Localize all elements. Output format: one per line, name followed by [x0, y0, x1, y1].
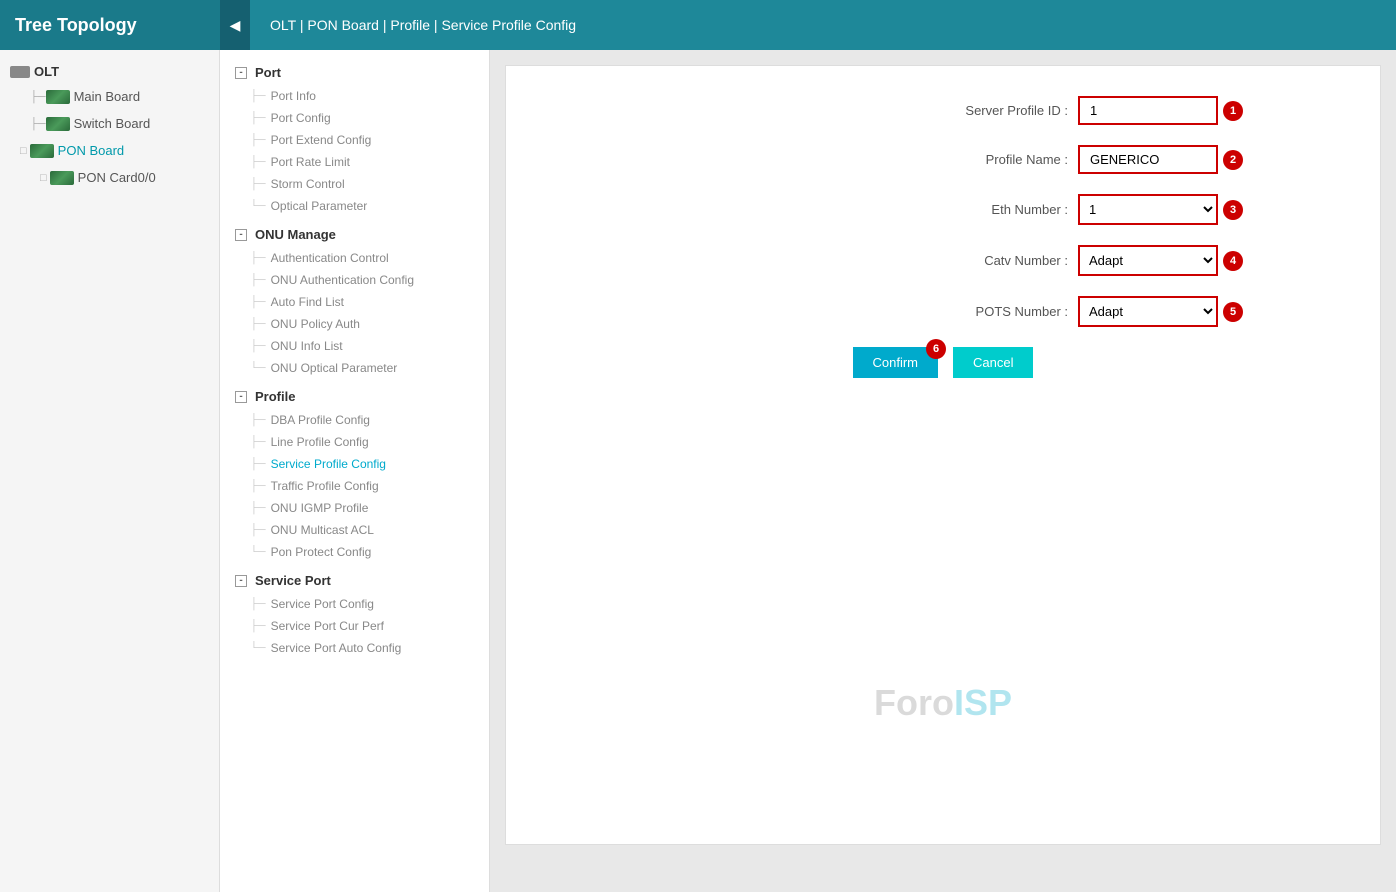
tree-node-poncard[interactable]: □ PON Card0/0 [0, 164, 219, 191]
pots-number-row: POTS Number : Adapt 0 1 2 5 [643, 296, 1243, 327]
nav-item-auth-control[interactable]: ├─Authentication Control [220, 247, 489, 269]
nav-section-port: - Port ├─Port Info ├─Port Config ├─Port … [220, 60, 489, 217]
collapse-port-icon: - [235, 67, 247, 79]
poncard-icon [50, 171, 74, 185]
profile-name-row: Profile Name : 2 [643, 145, 1243, 174]
nav-item-auto-find-list[interactable]: ├─Auto Find List [220, 291, 489, 313]
profile-name-wrapper: 2 [1078, 145, 1243, 174]
ponboard-icon [30, 144, 54, 158]
nav-item-line-profile-config[interactable]: ├─Line Profile Config [220, 431, 489, 453]
olt-icon [10, 66, 30, 78]
pots-number-label: POTS Number : [908, 304, 1068, 319]
nav-item-optical-parameter[interactable]: └─Optical Parameter [220, 195, 489, 217]
nav-section-profile: - Profile ├─DBA Profile Config ├─Line Pr… [220, 384, 489, 563]
ponboard-label: PON Board [58, 143, 124, 158]
switchboard-icon [46, 117, 70, 131]
tree-connector: ├─ [30, 118, 46, 130]
cancel-button[interactable]: Cancel [953, 347, 1033, 378]
tree-connector: ├─ [30, 91, 46, 103]
nav-panel: - Port ├─Port Info ├─Port Config ├─Port … [220, 50, 490, 892]
form-buttons: Confirm 6 Cancel [643, 347, 1243, 378]
pots-number-wrapper: Adapt 0 1 2 5 [1078, 296, 1243, 327]
collapse-profile-icon: - [235, 391, 247, 403]
breadcrumb-text: OLT | PON Board | Profile | Service Prof… [270, 17, 576, 33]
sidebar-toggle[interactable]: ◀ [220, 0, 250, 50]
nav-item-service-profile-config[interactable]: ├─Service Profile Config [220, 453, 489, 475]
toggle-icon: ◀ [230, 17, 241, 34]
pots-number-select[interactable]: Adapt 0 1 2 [1078, 296, 1218, 327]
profile-name-label: Profile Name : [908, 152, 1068, 167]
app-title: Tree Topology [0, 0, 220, 50]
content-area: Server Profile ID : 1 Profile Name : 2 [490, 50, 1396, 892]
badge-1: 1 [1223, 101, 1243, 121]
nav-item-onu-info-list[interactable]: ├─ONU Info List [220, 335, 489, 357]
profile-name-input[interactable] [1078, 145, 1218, 174]
mainboard-label: Main Board [74, 89, 140, 104]
tree-sidebar: OLT ├─ Main Board ├─ Switch Board □ PON … [0, 50, 220, 892]
nav-section-service-port: - Service Port ├─Service Port Config ├─S… [220, 568, 489, 659]
collapse-onu-icon: - [235, 229, 247, 241]
nav-section-port-label: Port [255, 65, 281, 80]
form-container: Server Profile ID : 1 Profile Name : 2 [643, 96, 1243, 378]
tree-node-switchboard[interactable]: ├─ Switch Board [0, 110, 219, 137]
badge-6: 6 [926, 339, 946, 359]
nav-item-onu-igmp-profile[interactable]: ├─ONU IGMP Profile [220, 497, 489, 519]
nav-section-onu-label: ONU Manage [255, 227, 336, 242]
nav-item-port-info[interactable]: ├─Port Info [220, 85, 489, 107]
nav-item-service-port-cur-perf[interactable]: ├─Service Port Cur Perf [220, 615, 489, 637]
nav-item-service-port-config[interactable]: ├─Service Port Config [220, 593, 489, 615]
nav-item-port-rate-limit[interactable]: ├─Port Rate Limit [220, 151, 489, 173]
expand-icon-2: □ [40, 172, 47, 184]
content-card: Server Profile ID : 1 Profile Name : 2 [505, 65, 1381, 845]
breadcrumb: OLT | PON Board | Profile | Service Prof… [250, 0, 1396, 50]
eth-number-wrapper: 1 2 3 4 3 [1078, 194, 1243, 225]
server-profile-id-input[interactable] [1078, 96, 1218, 125]
nav-section-onu-manage: - ONU Manage ├─Authentication Control ├─… [220, 222, 489, 379]
nav-section-onu-manage-header[interactable]: - ONU Manage [220, 222, 489, 247]
badge-5: 5 [1223, 302, 1243, 322]
catv-number-row: Catv Number : Adapt 0 1 4 [643, 245, 1243, 276]
tree-root-olt[interactable]: OLT [0, 60, 219, 83]
badge-2: 2 [1223, 150, 1243, 170]
nav-item-port-config[interactable]: ├─Port Config [220, 107, 489, 129]
nav-item-storm-control[interactable]: ├─Storm Control [220, 173, 489, 195]
nav-item-service-port-auto-config[interactable]: └─Service Port Auto Config [220, 637, 489, 659]
title-text: Tree Topology [15, 15, 137, 36]
server-profile-id-label: Server Profile ID : [908, 103, 1068, 118]
nav-item-onu-policy-auth[interactable]: ├─ONU Policy Auth [220, 313, 489, 335]
badge-3: 3 [1223, 200, 1243, 220]
nav-section-service-port-header[interactable]: - Service Port [220, 568, 489, 593]
nav-section-profile-label: Profile [255, 389, 295, 404]
eth-number-label: Eth Number : [908, 202, 1068, 217]
nav-item-onu-multicast-acl[interactable]: ├─ONU Multicast ACL [220, 519, 489, 541]
collapse-service-port-icon: - [235, 575, 247, 587]
tree-node-ponboard[interactable]: □ PON Board [0, 137, 219, 164]
nav-item-port-extend-config[interactable]: ├─Port Extend Config [220, 129, 489, 151]
badge-4: 4 [1223, 251, 1243, 271]
nav-section-service-port-label: Service Port [255, 573, 331, 588]
eth-number-row: Eth Number : 1 2 3 4 3 [643, 194, 1243, 225]
nav-item-traffic-profile-config[interactable]: ├─Traffic Profile Config [220, 475, 489, 497]
confirm-button[interactable]: Confirm [853, 347, 939, 378]
eth-number-select[interactable]: 1 2 3 4 [1078, 194, 1218, 225]
nav-section-port-header[interactable]: - Port [220, 60, 489, 85]
tree-node-mainboard[interactable]: ├─ Main Board [0, 83, 219, 110]
server-profile-id-row: Server Profile ID : 1 [643, 96, 1243, 125]
switchboard-label: Switch Board [74, 116, 151, 131]
server-profile-id-wrapper: 1 [1078, 96, 1243, 125]
nav-item-onu-optical-parameter[interactable]: └─ONU Optical Parameter [220, 357, 489, 379]
expand-icon: □ [20, 145, 27, 157]
catv-number-select[interactable]: Adapt 0 1 [1078, 245, 1218, 276]
nav-item-dba-profile-config[interactable]: ├─DBA Profile Config [220, 409, 489, 431]
mainboard-icon [46, 90, 70, 104]
catv-number-label: Catv Number : [908, 253, 1068, 268]
watermark: ForoISP [874, 682, 1012, 724]
watermark-foro: ForoISP [874, 682, 1012, 724]
tree-root-label: OLT [34, 64, 59, 79]
nav-item-onu-auth-config[interactable]: ├─ONU Authentication Config [220, 269, 489, 291]
catv-number-wrapper: Adapt 0 1 4 [1078, 245, 1243, 276]
nav-section-profile-header[interactable]: - Profile [220, 384, 489, 409]
nav-item-pon-protect-config[interactable]: └─Pon Protect Config [220, 541, 489, 563]
poncard-label: PON Card0/0 [78, 170, 156, 185]
